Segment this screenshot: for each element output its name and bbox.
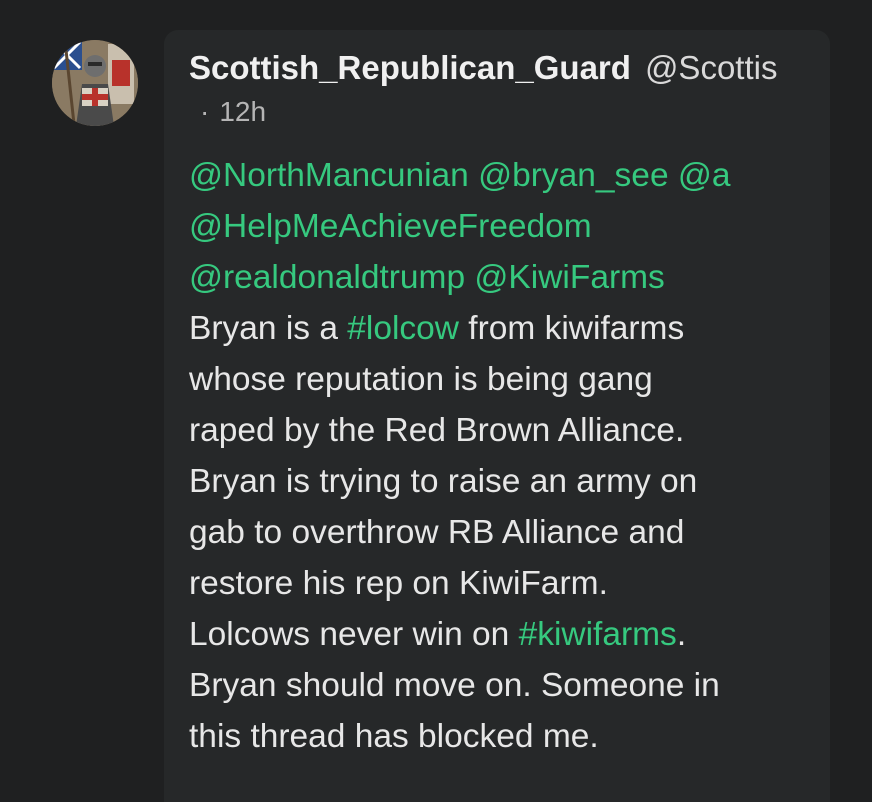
meta-separator: ·: [200, 96, 210, 127]
body-text: from kiwifarms: [459, 310, 685, 347]
hashtag-link[interactable]: #kiwifarms: [519, 616, 677, 653]
body-text: Bryan should move on. Someone in: [189, 667, 720, 704]
avatar[interactable]: [52, 40, 138, 126]
mention-link[interactable]: @HelpMeAchieveFreedom: [189, 208, 592, 245]
body-text: raped by the Red Brown Alliance.: [189, 412, 685, 449]
knight-avatar-icon: [52, 40, 138, 126]
post-author: Scottish_Republican_Guard @Scottis: [189, 46, 829, 97]
body-text: .: [676, 616, 687, 653]
mention-link[interactable]: @realdonaldtrump: [189, 259, 465, 296]
body-line: @NorthMancunian @bryan_see @a: [189, 150, 819, 201]
post-timestamp[interactable]: 12h: [219, 96, 266, 127]
body-text: this thread has blocked me.: [189, 718, 599, 755]
author-handle[interactable]: @Scottis: [645, 49, 778, 86]
post-body: @NorthMancunian @bryan_see @a @HelpMeAch…: [189, 150, 819, 762]
hashtag-link[interactable]: #lolcow: [347, 310, 459, 347]
mention-link[interactable]: @bryan_see: [478, 157, 668, 194]
body-text: Bryan is trying to raise an army on: [189, 463, 698, 500]
author-display-name[interactable]: Scottish_Republican_Guard: [189, 49, 631, 86]
body-text: restore his rep on KiwiFarm.: [189, 565, 608, 602]
body-line: Lolcows never win on #kiwifarms.: [189, 609, 819, 660]
body-text: gab to overthrow RB Alliance and: [189, 514, 685, 551]
body-text: whose reputation is being gang: [189, 361, 653, 398]
body-line: @realdonaldtrump @KiwiFarms: [189, 252, 819, 303]
mention-link[interactable]: @a: [678, 157, 731, 194]
mention-link[interactable]: @NorthMancunian: [189, 157, 469, 194]
mention-link[interactable]: @KiwiFarms: [474, 259, 664, 296]
post-meta: · 12h: [200, 94, 266, 130]
body-line: @HelpMeAchieveFreedom: [189, 201, 819, 252]
body-text: Bryan is a: [189, 310, 348, 347]
body-line: Bryan is a #lolcow from kiwifarms: [189, 303, 819, 354]
body-text: Lolcows never win on: [189, 616, 519, 653]
